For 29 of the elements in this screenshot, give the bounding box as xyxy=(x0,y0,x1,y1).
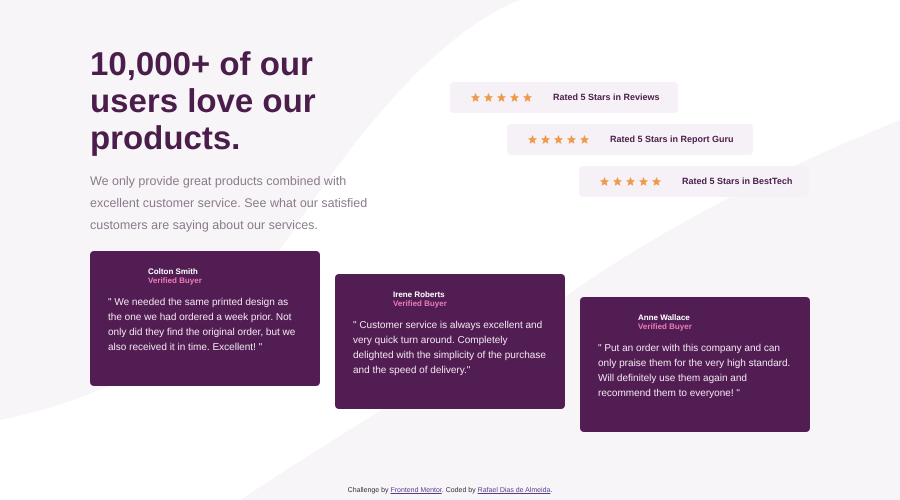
star-icon xyxy=(651,176,662,187)
star-icon xyxy=(566,134,577,145)
star-icon xyxy=(509,92,520,103)
star-icon xyxy=(540,134,551,145)
reviewer-name: Colton Smith xyxy=(147,267,199,276)
star-icon xyxy=(612,176,623,187)
reviewer-name: Irene Roberts xyxy=(392,290,446,299)
star-icon xyxy=(553,134,564,145)
rating-label: Rated 5 Stars in BestTech xyxy=(682,174,792,188)
star-icon xyxy=(522,92,533,103)
rating-label: Rated 5 Stars in Report Guru xyxy=(610,132,734,146)
star-icon xyxy=(625,176,636,187)
testimonial-quote: " We needed the same printed design as the one we had ordered a week prior. Not only did they find the original order, but we also received it in time. Excellent! " xyxy=(108,296,296,355)
testimonial-quote: " Customer service is always excellent and very quick turn around. Completely delighted with the simplicity of the purchase and the speed of delivery." xyxy=(353,319,547,378)
intro-text: We only provide great products combined with excellent customer service. See what our satisfied customers are saying about our services. xyxy=(90,173,368,234)
star-icon xyxy=(527,134,538,145)
rating-label: Rated 5 Stars in Reviews xyxy=(553,90,660,104)
star-icon xyxy=(483,92,494,103)
main-heading: 10,000+ of our users love our products. xyxy=(90,45,317,156)
reviewer-name: Anne Wallace xyxy=(637,313,691,322)
verified-label: Verified Buyer xyxy=(392,299,448,308)
star-icon xyxy=(470,92,481,103)
verified-label: Verified Buyer xyxy=(637,322,693,331)
star-icon xyxy=(579,134,590,145)
verified-label: Verified Buyer xyxy=(147,276,203,285)
testimonial-quote: " Put an order with this company and can only praise them for the very high standard. Will definitely use them again and recommend them to everyone! " xyxy=(598,342,792,401)
star-icon xyxy=(599,176,610,187)
star-icon xyxy=(638,176,649,187)
star-icon xyxy=(496,92,507,103)
